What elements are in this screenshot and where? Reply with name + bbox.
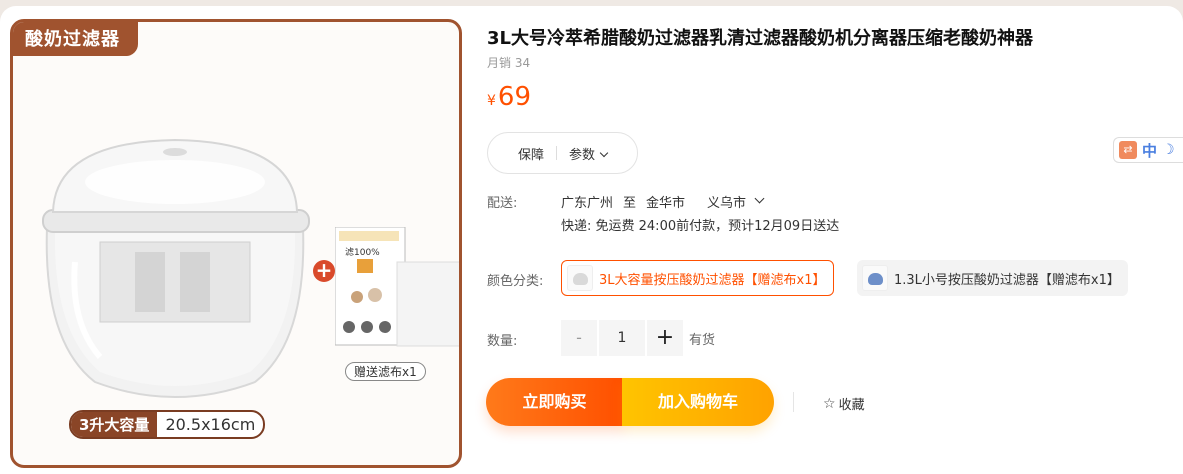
gift-label: 赠送滤布x1 bbox=[345, 362, 426, 381]
tab-params[interactable]: 参数 bbox=[557, 144, 619, 163]
quantity-label: 数量: bbox=[487, 334, 518, 349]
quantity-input[interactable]: 1 bbox=[597, 320, 647, 356]
shipping-info: 快递: 免运费 24:00前付款，预计12月09日送达 bbox=[561, 219, 840, 234]
ship-to-district: 义乌市 bbox=[707, 196, 747, 211]
tab-params-label: 参数 bbox=[569, 147, 596, 163]
shipping-label: 配送: bbox=[487, 196, 518, 211]
favorite-button[interactable]: ☆ 收藏 bbox=[823, 394, 865, 414]
color-option-3l[interactable]: 3L大容量按压酸奶过滤器【赠滤布x1】 bbox=[561, 260, 835, 296]
quantity-minus-button[interactable]: - bbox=[561, 320, 597, 356]
add-to-cart-button[interactable]: 加入购物车 bbox=[622, 378, 774, 426]
color-label: 颜色分类: bbox=[487, 274, 544, 289]
language-widget[interactable]: ⇄ 中 ☽ bbox=[1113, 137, 1183, 163]
lang-zh: 中 bbox=[1142, 141, 1158, 160]
capacity-badge: 3升大容量 20.5x16cm bbox=[69, 410, 266, 439]
price: ¥69 bbox=[487, 82, 531, 112]
buy-now-button[interactable]: 立即购买 bbox=[486, 378, 623, 426]
option-thumbnail bbox=[862, 265, 888, 291]
chevron-down-icon bbox=[754, 193, 765, 204]
quantity-stepper: - 1 + 有货 bbox=[561, 320, 715, 356]
ship-to-word: 至 bbox=[623, 196, 637, 211]
plus-icon: + bbox=[313, 260, 335, 282]
ship-to-city: 金华市 bbox=[646, 196, 686, 211]
quantity-plus-button[interactable]: + bbox=[647, 320, 683, 356]
info-tabs: 保障 参数 bbox=[487, 132, 639, 174]
color-option-1-3l[interactable]: 1.3L小号按压酸奶过滤器【赠滤布x1】 bbox=[857, 260, 1128, 296]
container-illustration bbox=[42, 138, 310, 398]
translate-icon: ⇄ bbox=[1119, 141, 1137, 159]
option-label: 3L大容量按压酸奶过滤器【赠滤布x1】 bbox=[599, 272, 826, 288]
favorite-label: 收藏 bbox=[838, 398, 865, 413]
monthly-sales: 月销 34 bbox=[487, 56, 531, 70]
option-thumbnail bbox=[567, 265, 593, 291]
tab-guarantee[interactable]: 保障 bbox=[506, 144, 556, 163]
product-title: 3L大号冷萃希腊酸奶过滤器乳清过滤器酸奶机分离器压缩老酸奶神器 bbox=[487, 28, 1033, 49]
cloth-pack-text: 滤100% bbox=[345, 246, 380, 258]
ship-from: 广东广州 bbox=[561, 196, 614, 211]
stock-status: 有货 bbox=[689, 332, 716, 348]
moon-icon: ☽ bbox=[1162, 142, 1175, 158]
chevron-down-icon bbox=[599, 148, 609, 157]
filter-cloth-pack: 滤100% bbox=[335, 227, 459, 347]
currency-symbol: ¥ bbox=[487, 93, 496, 109]
option-label: 1.3L小号按压酸奶过滤器【赠滤布x1】 bbox=[894, 272, 1120, 288]
price-value: 69 bbox=[497, 82, 532, 112]
shipping-route[interactable]: 广东广州 至 金华市 义乌市 bbox=[561, 192, 773, 211]
product-image[interactable]: 酸奶过滤器 + 滤100% 赠送滤布x1 3升大容量 20.5x16cm bbox=[10, 19, 462, 468]
star-icon: ☆ bbox=[823, 395, 836, 412]
size-text: 20.5x16cm bbox=[165, 415, 256, 434]
divider bbox=[793, 392, 794, 412]
image-tag: 酸奶过滤器 bbox=[13, 22, 138, 56]
capacity-text: 3升大容量 bbox=[71, 412, 158, 437]
